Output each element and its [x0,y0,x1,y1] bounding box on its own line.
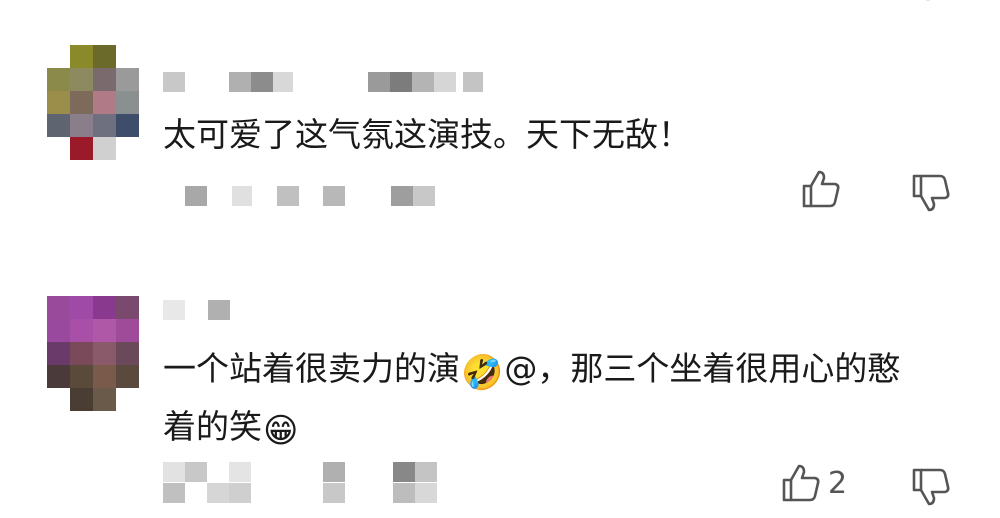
comment-text-line2: 着的笑😁 [163,398,960,456]
thumbs-down-icon [912,468,950,506]
username-pixelated[interactable] [163,72,483,92]
thumbs-down-icon [912,174,950,212]
like-button[interactable]: 2 [780,462,847,504]
dislike-button[interactable] [910,466,952,508]
username-pixelated[interactable] [163,300,243,320]
thumbs-up-icon [802,170,840,208]
grinning-emoji-icon: 😁 [263,411,299,451]
like-count: 2 [828,465,848,501]
comment-text-part: @，那三个坐着很用心的憨 [504,349,901,388]
comment-text-part: 着的笑 [163,407,262,446]
avatar[interactable] [47,45,139,160]
avatar[interactable] [47,296,139,411]
dislike-button[interactable] [910,172,952,214]
comment-text-part: 一个站着很卖力的演 [163,349,460,388]
rolling-laughing-emoji-icon: 🤣 [461,353,504,393]
comment-meta-pixelated [185,186,445,206]
comment-text: 一个站着很卖力的演🤣@，那三个坐着很用心的憨 [163,340,960,398]
comment-meta-pixelated [163,462,443,504]
comment-text: 太可爱了这气氛这演技。天下无敌！ [163,115,691,154]
partial-icon-top [916,0,940,9]
like-button[interactable] [800,168,848,210]
thumbs-up-icon [782,464,820,502]
